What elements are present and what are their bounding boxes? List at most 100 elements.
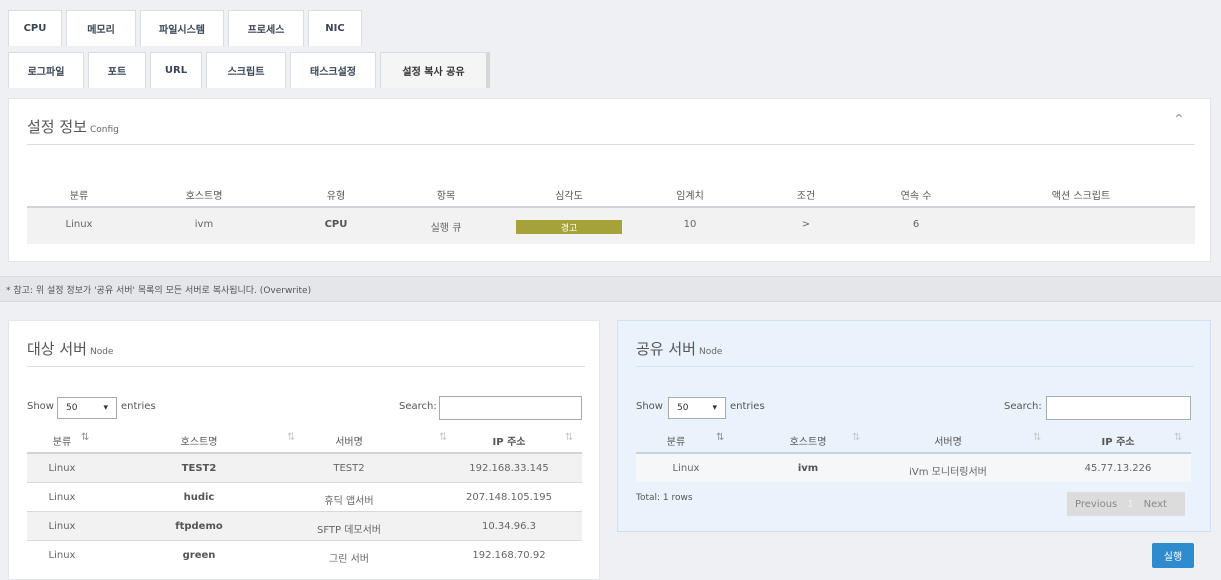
shared-server-panel: 공유 서버 Node Show 50 ▾ entries Search: 분류 ⇅ … [617,320,1211,532]
config-header-threshold: 임계치 [676,191,704,202]
pagination: Previous 1 Next [1067,492,1185,516]
severity-badge: 경고 [516,220,622,234]
target-cell: hudic [183,492,215,503]
config-header-type: 유형 [326,191,346,202]
config-title-text: 설정 정보 [27,118,87,136]
pagination-previous[interactable]: Previous [1075,499,1117,510]
sort-icon[interactable]: ⇅ [1033,432,1041,443]
shared-header-ip[interactable]: IP 주소 [1078,433,1158,448]
target-page-size-value: 50 [66,403,78,413]
tab-cpu[interactable]: CPU [8,10,62,46]
target-cell: 휴딕 앱서버 [324,496,374,507]
target-cell: 10.34.96.3 [481,521,537,532]
config-header-hostname: 호스트명 [185,191,223,202]
note-text: * 참고: 위 설정 정보가 '공유 서버' 목록의 모든 서버로 복사됩니다.… [6,286,312,296]
target-entries-label: entries [121,401,156,412]
target-subtitle: Node [89,347,114,357]
tab-script[interactable]: 스크립트 [206,52,286,88]
config-header-severity: 심각도 [555,191,583,202]
config-cell-hostname: ivm [194,219,214,230]
sort-icon[interactable]: ⇅ [287,432,295,443]
config-cell-item: 실행 큐 [430,223,462,234]
target-header-servername[interactable]: 서버명 [309,433,389,448]
target-search-label: Search: [399,401,437,412]
config-header-condition: 조건 [796,191,816,202]
shared-cell: iVm 모니터링서버 [909,467,987,478]
target-show-label: Show [27,401,54,412]
chevron-up-icon[interactable]: ⌃ [1173,112,1185,128]
shared-title-text: 공유 서버 [636,340,696,358]
target-cell: Linux [48,492,76,503]
config-subtitle: Config [89,125,119,135]
sort-icon[interactable]: ⇅ [852,432,860,443]
target-cell: Linux [48,463,76,474]
shared-cell: 45.77.13.226 [1084,463,1152,474]
target-cell: Linux [48,521,76,532]
shared-cell: ivm [797,463,819,474]
tab-url[interactable]: URL [150,52,202,88]
tab-config-copy-share[interactable]: 설정 복사 공유 [380,52,490,88]
target-header-ip[interactable]: IP 주소 [469,433,549,448]
sort-icon[interactable]: ⇅ [565,432,573,443]
target-title-text: 대상 서버 [27,340,87,358]
run-button[interactable]: 실행 [1152,543,1194,568]
config-header-action-script: 액션 스크립트 [1051,191,1111,202]
target-cell: 192.168.70.92 [472,550,546,561]
config-header-category: 분류 [69,191,89,202]
target-cell: 207.148.105.195 [466,492,552,503]
note-bar: * 참고: 위 설정 정보가 '공유 서버' 목록의 모든 서버로 복사됩니다.… [0,276,1221,302]
config-header-consecutive: 연속 수 [900,191,932,202]
target-search-input[interactable] [439,396,582,420]
target-divider [27,366,585,367]
config-cell-category: Linux [65,219,93,230]
chevron-down-icon: ▾ [712,403,717,413]
shared-page-size-select[interactable]: 50 ▾ [668,397,726,419]
tab-row-secondary: 로그파일 포트 URL 스크립트 태스크설정 설정 복사 공유 [8,52,494,88]
shared-show-label: Show [636,401,663,412]
shared-header-hostname[interactable]: 호스트명 [768,433,848,448]
shared-title: 공유 서버 Node [636,338,722,359]
config-header-item: 항목 [436,191,456,202]
target-page-size-select[interactable]: 50 ▾ [57,397,117,419]
row-divider [27,482,582,483]
tab-port[interactable]: 포트 [88,52,146,88]
target-cell: green [182,550,216,561]
tab-logfile[interactable]: 로그파일 [8,52,84,88]
shared-cell: Linux [672,463,700,474]
sort-asc-icon[interactable]: ⇅ [81,432,89,443]
chevron-down-icon: ▾ [103,403,108,413]
tab-process[interactable]: 프로세스 [228,10,304,46]
sort-icon[interactable]: ⇅ [439,432,447,443]
target-cell: SFTP 데모서버 [316,525,382,536]
target-cell: ftpdemo [175,521,223,532]
sort-asc-icon[interactable]: ⇅ [716,432,724,443]
tab-row-primary: CPU 메모리 파일시스템 프로세스 NIC [8,10,366,46]
pagination-next[interactable]: Next [1144,499,1167,510]
shared-total-rows: Total: 1 rows [636,493,693,503]
tab-memory[interactable]: 메모리 [66,10,136,46]
shared-header-category[interactable]: 분류 [636,433,716,448]
sort-icon[interactable]: ⇅ [1174,432,1182,443]
shared-entries-label: entries [730,401,765,412]
tab-nic[interactable]: NIC [308,10,362,46]
config-panel: 설정 정보 Config ⌃ 분류 호스트명 유형 항목 심각도 임계치 조건 연… [8,98,1211,262]
shared-page-size-value: 50 [677,403,689,413]
target-title: 대상 서버 Node [27,338,113,359]
config-cell-type: CPU [324,219,348,230]
target-cell: 그린 서버 [329,554,369,565]
tab-task-settings[interactable]: 태스크설정 [290,52,376,88]
target-cell: TEST2 [333,463,365,474]
row-divider [27,540,582,541]
config-cell-condition: > [801,219,811,230]
config-divider [27,144,1195,145]
tab-filesystem[interactable]: 파일시스템 [140,10,224,46]
target-header-hostname[interactable]: 호스트명 [159,433,239,448]
target-server-panel: 대상 서버 Node Show 50 ▾ entries Search: 분류 ⇅ … [8,320,600,580]
shared-search-input[interactable] [1046,396,1191,420]
target-cell: 192.168.33.145 [469,463,549,474]
pagination-page[interactable]: 1 [1127,499,1133,510]
shared-header-servername[interactable]: 서버명 [908,433,988,448]
config-cell-consecutive: 6 [912,219,920,230]
target-cell: Linux [48,550,76,561]
shared-divider [636,366,1194,367]
